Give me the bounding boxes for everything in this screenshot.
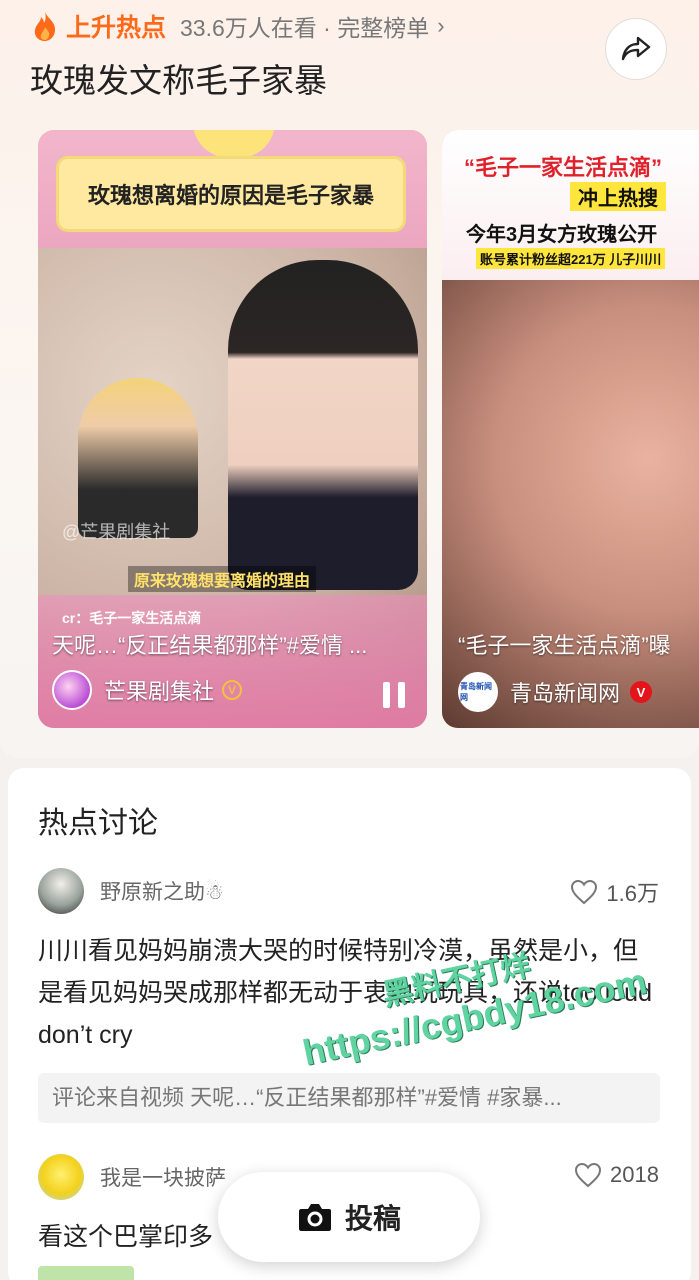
like-button[interactable]: 1.6万 <box>570 876 659 908</box>
verified-badge-icon: V <box>222 680 243 700</box>
like-button[interactable]: 2018 <box>574 1162 659 1188</box>
video-person-right <box>228 260 418 590</box>
author-avatar[interactable]: 青岛新闻网 <box>458 672 498 712</box>
page: 上升热点 33.6万人在看 · 完整榜单 › 玫瑰发文称毛子家暴 玫瑰想离婚的原… <box>0 0 699 1280</box>
hot-label: 上升热点 <box>66 14 167 42</box>
video-description[interactable]: 天呢…“反正结果都那样”#爱情 ... <box>52 628 414 660</box>
submit-post-label: 投稿 <box>344 1203 401 1234</box>
comment-source[interactable]: 评论来自视频 天呢…“反正结果都那样”#爱情 #家暴... <box>38 1073 660 1123</box>
comment-header[interactable]: 野原新之助☃ <box>38 868 224 914</box>
heart-icon <box>575 1162 602 1188</box>
discussion-title: 热点讨论 <box>38 807 158 840</box>
flame-icon <box>34 12 56 41</box>
video-card[interactable]: 玫瑰想离婚的原因是毛子家暴 @芒果剧集社 原来玫瑰想要离婚的理由 cr：毛子一家… <box>38 130 427 728</box>
avatar[interactable] <box>38 868 84 914</box>
video-banner-caption: 玫瑰想离婚的原因是毛子家暴 <box>56 156 406 232</box>
avatar-logo-text: 青岛新闻网 <box>460 682 492 702</box>
chevron-right-icon: › <box>437 13 445 38</box>
verified-badge-icon: V <box>630 681 653 703</box>
video-banner: 玫瑰想离婚的原因是毛子家暴 <box>38 130 427 248</box>
video-description[interactable]: “毛子一家生活点滴”曝 <box>458 628 699 660</box>
video-banner-line2: 冲上热搜 <box>570 182 666 211</box>
mascot-graphic <box>193 130 275 158</box>
video-author[interactable]: 青岛新闻网 青岛新闻网 V <box>458 672 653 712</box>
video-card[interactable]: “毛子一家生活点滴” 冲上热搜 今年3月女方玫瑰公开 账号累计粉丝超221万 儿… <box>442 130 699 728</box>
avatar[interactable] <box>38 1154 84 1200</box>
video-banner-line3: 今年3月女方玫瑰公开 <box>466 224 658 246</box>
comment-text[interactable]: 川川看见妈妈崩溃大哭的时候特别冷漠，虽然是小，但是看见妈妈哭成那样都无动于衷地玩… <box>38 930 662 1056</box>
video-watermark: @芒果剧集社 <box>62 522 171 542</box>
author-avatar[interactable] <box>52 670 92 710</box>
hot-topic-card: 上升热点 33.6万人在看 · 完整榜单 › 玫瑰发文称毛子家暴 玫瑰想离婚的原… <box>0 0 699 758</box>
camera-icon <box>298 1204 331 1231</box>
author-name[interactable]: 青岛新闻网 <box>510 676 620 708</box>
video-banner-line4: 账号累计粉丝超221万 儿子川川 <box>476 248 666 269</box>
share-arrow-icon <box>621 36 651 61</box>
like-count: 1.6万 <box>606 881 659 906</box>
submit-post-button[interactable]: 投稿 <box>218 1172 480 1262</box>
heart-icon <box>571 879 598 905</box>
author-name[interactable]: 芒果剧集社 <box>104 674 214 706</box>
viewers-full-list-link[interactable]: 33.6万人在看 · 完整榜单 <box>180 9 429 43</box>
comment-username[interactable]: 我是一块披萨 <box>100 1162 226 1192</box>
comment-username[interactable]: 野原新之助☃ <box>100 876 224 906</box>
comment-header[interactable]: 我是一块披萨 <box>38 1154 226 1200</box>
like-count: 2018 <box>610 1162 659 1187</box>
video-banner: “毛子一家生活点滴” 冲上热搜 今年3月女方玫瑰公开 账号累计粉丝超221万 儿… <box>442 130 699 280</box>
video-banner-line1: “毛子一家生活点滴” <box>464 155 663 180</box>
hot-row[interactable]: 上升热点 33.6万人在看 · 完整榜单 › <box>30 8 445 44</box>
topic-title: 玫瑰发文称毛子家暴 <box>30 62 327 99</box>
pause-icon[interactable] <box>383 682 405 708</box>
video-subtitle: 原来玫瑰想要离婚的理由 <box>128 566 317 592</box>
share-button[interactable] <box>605 18 667 80</box>
video-person-left <box>78 378 198 538</box>
video-thumbnail <box>442 280 699 728</box>
video-credit: cr：毛子一家生活点滴 <box>62 610 202 626</box>
video-author[interactable]: 芒果剧集社 V <box>52 670 243 710</box>
comment-image-thumbnail[interactable] <box>38 1266 134 1280</box>
